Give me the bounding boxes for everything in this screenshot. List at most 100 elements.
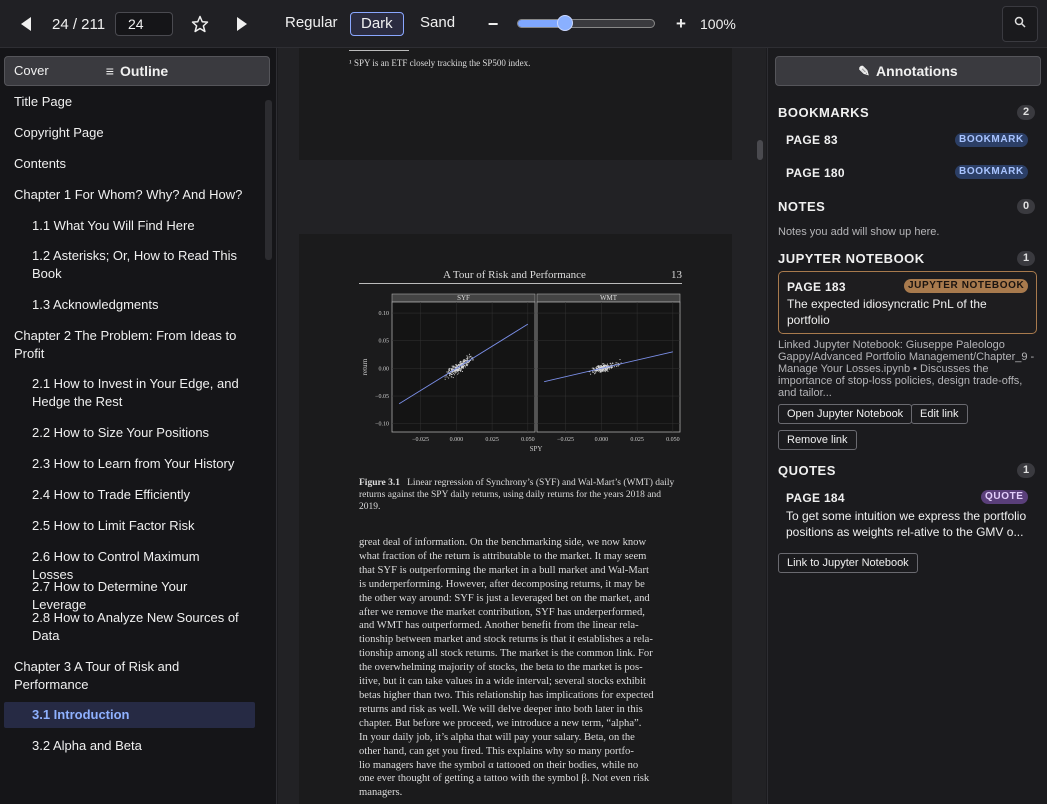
- data-point: [452, 367, 454, 369]
- open-jupyter-notebook-button[interactable]: Open Jupyter Notebook: [778, 404, 913, 424]
- jupyter-count: 1: [1017, 251, 1035, 266]
- body-line: managers.: [359, 787, 403, 799]
- theme-regular-button[interactable]: Regular: [285, 12, 338, 36]
- outline-item[interactable]: 2.4 How to Trade Efficiently: [32, 486, 242, 504]
- body-line: that SYF is outperforming the market in …: [359, 564, 649, 576]
- jupyter-card-text: The expected idiosyncratic PnL of the po…: [787, 297, 987, 327]
- outline-item[interactable]: Copyright Page: [14, 124, 244, 142]
- body-line: tionship between market and stock return…: [359, 634, 653, 646]
- page-number-input[interactable]: 24: [115, 12, 173, 36]
- outline-item[interactable]: Chapter 3 A Tour of Risk and Performance: [14, 658, 244, 694]
- link-to-jupyter-notebook-button[interactable]: Link to Jupyter Notebook: [778, 553, 918, 573]
- outline-item[interactable]: 2.1 How to Invest in Your Edge, and Hedg…: [32, 375, 242, 411]
- data-point: [616, 365, 618, 367]
- zoom-slider-thumb[interactable]: [557, 15, 574, 31]
- bookmark-badge: BOOKMARK: [955, 133, 1028, 147]
- outline-item[interactable]: Title Page: [14, 93, 244, 111]
- outline-item[interactable]: 3.1 Introduction: [4, 702, 255, 728]
- data-point: [450, 367, 452, 370]
- body-line: the other way around: SYF is just a leve…: [359, 592, 650, 604]
- outline-item[interactable]: 2.8 How to Analyze New Sources of Data: [32, 609, 242, 645]
- quote-text[interactable]: To get some intuition we express the por…: [786, 508, 1036, 540]
- body-line: and WMT has outperformed. Another benefi…: [359, 620, 639, 632]
- data-point: [606, 364, 608, 366]
- data-point: [465, 358, 467, 360]
- data-point: [467, 363, 469, 365]
- data-point: [453, 373, 455, 375]
- data-point: [462, 362, 464, 364]
- bookmark-star-icon[interactable]: [188, 12, 212, 36]
- outline-item[interactable]: 1.3 Acknowledgments: [32, 296, 242, 314]
- document-viewer: ¹ SPY is an ETF closely tracking the SP5…: [278, 48, 766, 804]
- data-point: [619, 359, 621, 361]
- data-point: [446, 371, 448, 373]
- data-point: [604, 371, 606, 373]
- data-point: [461, 370, 464, 373]
- zoom-in-icon[interactable]: +: [672, 14, 690, 34]
- outline-item[interactable]: 2.2 How to Size Your Positions: [32, 424, 242, 442]
- panel-title: WMT: [600, 294, 618, 302]
- bookmark-badge: BOOKMARK: [955, 165, 1028, 179]
- data-point: [458, 368, 460, 370]
- next-page-icon[interactable]: [230, 12, 254, 36]
- data-point: [590, 373, 592, 375]
- outline-item[interactable]: 1.2 Asterisks; Or, How to Read This Book: [32, 247, 242, 283]
- annotations-panel: ✎ Annotations: [767, 48, 1047, 804]
- data-point: [452, 377, 454, 379]
- outline-item[interactable]: 2.3 How to Learn from Your History: [32, 455, 242, 473]
- bookmark-page[interactable]: PAGE 180: [786, 166, 845, 180]
- data-point: [592, 371, 594, 373]
- outline-scrollbar[interactable]: [265, 100, 272, 260]
- quotes-count: 1: [1017, 463, 1035, 478]
- data-point: [605, 369, 607, 371]
- outline-item[interactable]: Cover: [14, 62, 244, 80]
- data-point: [454, 367, 456, 369]
- data-point: [599, 371, 601, 373]
- edit-link-button[interactable]: Edit link: [911, 404, 968, 424]
- x-tick-label: 0.000: [450, 437, 464, 443]
- body-line: after we remove the market contribution,…: [359, 606, 645, 618]
- body-line: betas higher than two. This relationship…: [359, 689, 654, 701]
- zoom-out-icon[interactable]: −: [484, 14, 502, 34]
- bookmark-page[interactable]: PAGE 83: [786, 133, 838, 147]
- data-point: [458, 372, 460, 374]
- data-point: [461, 362, 463, 364]
- header-rule: [359, 283, 682, 284]
- data-point: [611, 366, 613, 368]
- x-tick-label: 0.025: [630, 437, 644, 443]
- footnote: ¹ SPY is an ETF closely tracking the SP5…: [349, 58, 531, 68]
- theme-sand-button[interactable]: Sand: [420, 12, 455, 36]
- outline-item[interactable]: Chapter 1 For Whom? Why? And How?: [14, 186, 244, 204]
- theme-dark-button[interactable]: Dark: [350, 12, 404, 36]
- data-point: [599, 366, 601, 369]
- annotations-button[interactable]: ✎ Annotations: [775, 56, 1041, 86]
- outline-item[interactable]: 2.5 How to Limit Factor Risk: [32, 517, 242, 535]
- page-number: 13: [671, 269, 682, 281]
- notes-count: 0: [1017, 199, 1035, 214]
- outline-item[interactable]: Chapter 2 The Problem: From Ideas to Pro…: [14, 327, 244, 363]
- pencil-icon: ✎: [858, 62, 871, 79]
- x-tick-label: 0.050: [521, 437, 535, 443]
- bookmarks-count: 2: [1017, 105, 1035, 120]
- zoom-slider[interactable]: [517, 19, 655, 28]
- data-point: [616, 362, 618, 364]
- body-line: one ever thought of getting a tattoo wit…: [359, 773, 650, 785]
- outline-item[interactable]: Contents: [14, 155, 244, 173]
- quote-page[interactable]: PAGE 184: [786, 491, 845, 505]
- body-line: lio managers have the symbol α tattooed …: [359, 759, 639, 771]
- search-button[interactable]: [1002, 6, 1038, 42]
- document-scrollbar[interactable]: [757, 140, 763, 160]
- previous-page-icon[interactable]: [14, 12, 38, 36]
- outline-item[interactable]: 1.1 What You Will Find Here: [32, 217, 242, 235]
- data-point: [601, 363, 603, 365]
- panel-title: SYF: [457, 294, 470, 302]
- data-point: [456, 369, 458, 371]
- body-line: other hand, can get you fired. This expl…: [359, 745, 634, 757]
- remove-link-button[interactable]: Remove link: [778, 430, 857, 450]
- jupyter-card[interactable]: PAGE 183 JUPYTER NOTEBOOK The expected i…: [778, 271, 1037, 334]
- data-point: [451, 376, 453, 378]
- outline-item[interactable]: 3.2 Alpha and Beta: [32, 737, 242, 755]
- jupyter-card-page: PAGE 183: [787, 280, 846, 294]
- data-point: [453, 374, 455, 376]
- data-point: [593, 368, 595, 370]
